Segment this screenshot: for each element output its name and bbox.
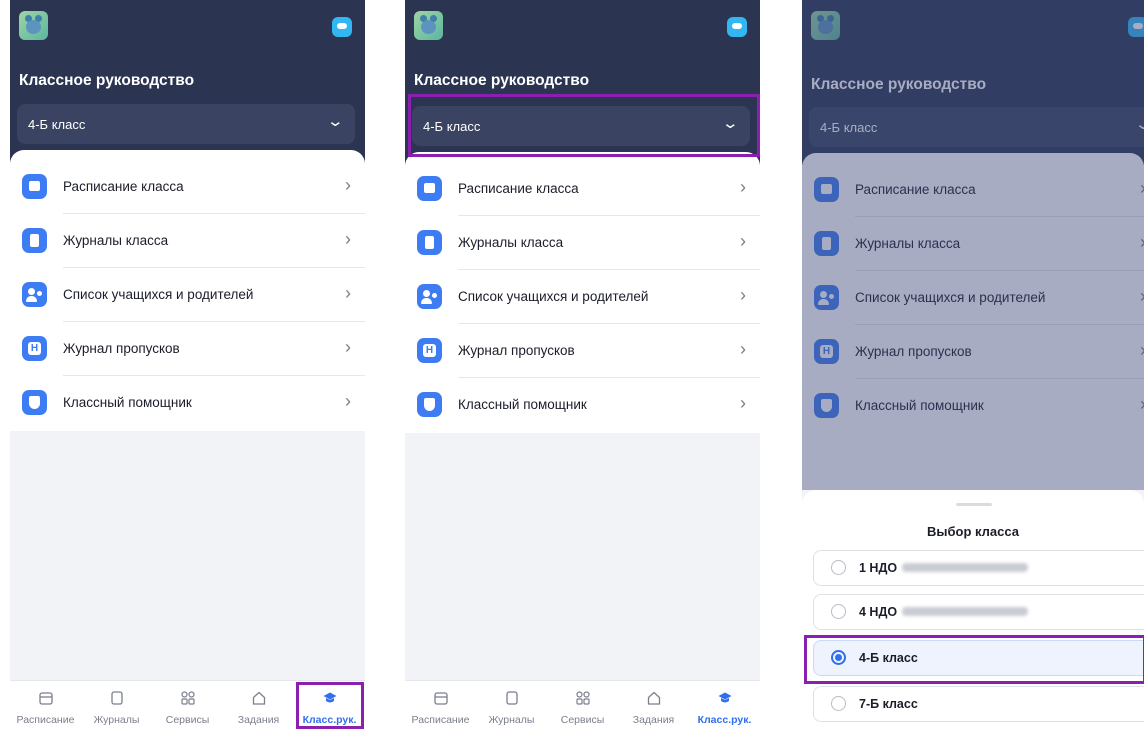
tab-label: Класс.рук. bbox=[697, 714, 752, 726]
menu-item-label: Расписание класса bbox=[458, 181, 579, 196]
class-option-label: 7-Б класс bbox=[859, 697, 918, 711]
menu-item-label: Расписание класса bbox=[63, 179, 184, 194]
menu-item-label: Журнал пропусков bbox=[458, 343, 575, 358]
chevron-right-icon: › bbox=[345, 175, 351, 195]
chevron-right-icon: › bbox=[740, 339, 746, 359]
chat-icon[interactable] bbox=[332, 17, 352, 37]
tab-tasks[interactable]: Задания bbox=[618, 681, 689, 729]
menu-item-label: Журналы класса bbox=[458, 235, 564, 250]
radio-button[interactable] bbox=[831, 560, 846, 575]
header: Классное руководство 4-Б класс ⌄ bbox=[10, 0, 365, 165]
graduation-cap-icon bbox=[718, 692, 731, 703]
menu-item-label: Список учащихся и родителей bbox=[63, 287, 254, 302]
sheet-grabber[interactable] bbox=[956, 503, 992, 506]
chevron-right-icon: › bbox=[740, 177, 746, 197]
menu-item-students-parents[interactable]: Список учащихся и родителей › bbox=[405, 270, 760, 324]
menu-item-class-journals[interactable]: Журналы класса › bbox=[10, 214, 365, 268]
shield-icon bbox=[22, 390, 47, 415]
menu-item-label: Журналы класса bbox=[63, 233, 169, 248]
menu-item-class-journals[interactable]: Журналы класса › bbox=[405, 216, 760, 270]
tab-schedule[interactable]: Расписание bbox=[10, 681, 81, 729]
menu-item-label: Список учащихся и родителей bbox=[458, 289, 649, 304]
screen-2: Классное руководство 4-Б класс ⌄ Расписа… bbox=[405, 0, 760, 729]
book-icon bbox=[505, 691, 518, 705]
chevron-right-icon: › bbox=[345, 283, 351, 303]
menu-item-class-schedule[interactable]: Расписание класса › bbox=[10, 160, 365, 214]
redacted-teacher-name bbox=[902, 607, 1028, 616]
calendar-icon bbox=[433, 692, 448, 705]
tab-services[interactable]: Сервисы bbox=[152, 681, 223, 729]
people-icon bbox=[22, 282, 47, 307]
class-option-1[interactable]: 1 НДО bbox=[813, 550, 1144, 586]
menu-item-class-assistant[interactable]: Классный помощник › bbox=[10, 376, 365, 430]
menu-item-class-assistant[interactable]: Классный помощник › bbox=[405, 378, 760, 432]
screen-1: Классное руководство 4-Б класс ⌄ Расписа… bbox=[10, 0, 365, 729]
shield-icon bbox=[417, 392, 442, 417]
journal-icon bbox=[22, 228, 47, 253]
menu-item-label: Классный помощник bbox=[458, 397, 587, 412]
app-logo-icon bbox=[19, 11, 48, 40]
chevron-right-icon: › bbox=[345, 229, 351, 249]
class-option-4[interactable]: 7-Б класс bbox=[813, 686, 1144, 722]
book-icon bbox=[110, 691, 123, 705]
chevron-right-icon: › bbox=[740, 393, 746, 413]
tab-bar: Расписание Журналы Сервисы Задания Класс… bbox=[405, 680, 760, 729]
home-icon bbox=[647, 691, 660, 705]
highlight-tab bbox=[296, 682, 364, 729]
chevron-down-icon: ⌄ bbox=[326, 113, 345, 130]
chevron-right-icon: › bbox=[345, 391, 351, 411]
menu-item-students-parents[interactable]: Список учащихся и родителей › bbox=[10, 268, 365, 322]
class-option-label: 1 НДО bbox=[859, 561, 898, 575]
absence-h-icon: H bbox=[417, 338, 442, 363]
calendar-icon bbox=[38, 692, 53, 705]
modal-backdrop[interactable] bbox=[802, 0, 1144, 490]
class-picker-sheet: Выбор класса 1 НДО 4 НДО 4-Б класс 7-Б к… bbox=[802, 490, 1144, 729]
menu-item-absence-journal[interactable]: H Журнал пропусков › bbox=[405, 324, 760, 378]
tab-class-teacher[interactable]: Класс.рук. bbox=[689, 681, 760, 729]
app-logo-icon bbox=[414, 11, 443, 40]
menu-item-class-schedule[interactable]: Расписание класса › bbox=[405, 162, 760, 216]
page-title: Классное руководство bbox=[414, 72, 590, 89]
tab-tasks[interactable]: Задания bbox=[223, 681, 294, 729]
class-select[interactable]: 4-Б класс ⌄ bbox=[17, 104, 355, 144]
tab-journals[interactable]: Журналы bbox=[476, 681, 547, 729]
grid-icon bbox=[180, 691, 195, 705]
radio-button[interactable] bbox=[831, 604, 846, 619]
chat-icon[interactable] bbox=[727, 17, 747, 37]
tab-journals[interactable]: Журналы bbox=[81, 681, 152, 729]
tab-services[interactable]: Сервисы bbox=[547, 681, 618, 729]
class-picker-title: Выбор класса bbox=[926, 524, 1019, 539]
menu-list: Расписание класса › Журналы класса › Спи… bbox=[405, 152, 760, 433]
highlight-class-select bbox=[408, 94, 760, 157]
journal-icon bbox=[417, 230, 442, 255]
grid-icon bbox=[575, 691, 590, 705]
absence-h-icon: H bbox=[22, 336, 47, 361]
people-icon bbox=[417, 284, 442, 309]
redacted-teacher-name bbox=[902, 563, 1028, 572]
class-select-value: 4-Б класс bbox=[28, 117, 86, 132]
menu-item-label: Журнал пропусков bbox=[63, 341, 180, 356]
class-option-label: 4 НДО bbox=[859, 605, 898, 619]
screen-3: Классное руководство 4-Б класс ⌄ Расписа… bbox=[802, 0, 1144, 729]
chevron-right-icon: › bbox=[740, 231, 746, 251]
menu-item-label: Классный помощник bbox=[63, 395, 192, 410]
class-option-2[interactable]: 4 НДО bbox=[813, 594, 1144, 630]
menu-list: Расписание класса › Журналы класса › Спи… bbox=[10, 150, 365, 431]
chevron-right-icon: › bbox=[345, 337, 351, 357]
page-title: Классное руководство bbox=[19, 72, 195, 89]
tab-schedule[interactable]: Расписание bbox=[405, 681, 476, 729]
calendar-icon bbox=[22, 174, 47, 199]
home-icon bbox=[252, 691, 265, 705]
highlight-class-option bbox=[804, 635, 1144, 684]
calendar-icon bbox=[417, 176, 442, 201]
menu-item-absence-journal[interactable]: H Журнал пропусков › bbox=[10, 322, 365, 376]
radio-button[interactable] bbox=[831, 696, 846, 711]
chevron-right-icon: › bbox=[740, 285, 746, 305]
